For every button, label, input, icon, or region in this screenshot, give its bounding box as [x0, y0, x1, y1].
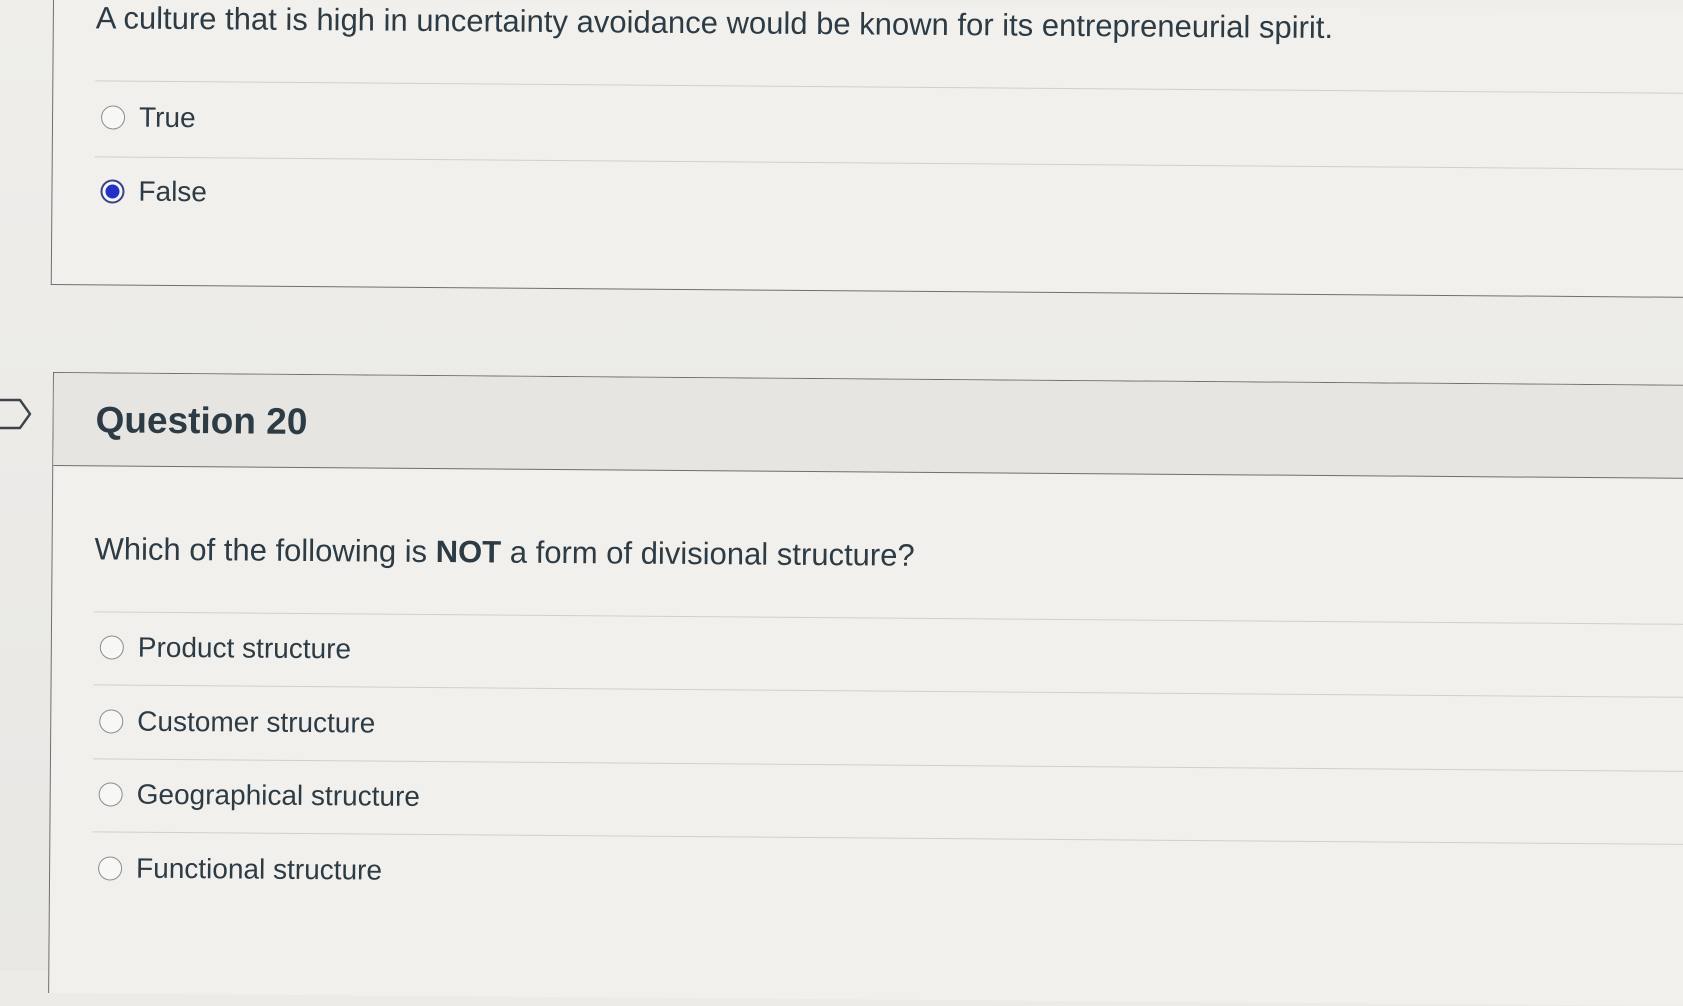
answer-option-false[interactable]: False — [100, 171, 207, 212]
answer-label: Geographical structure — [136, 778, 421, 812]
answer-option-true[interactable]: True — [100, 97, 196, 138]
divider — [95, 80, 1683, 94]
question-text: A culture that is high in uncertainty av… — [95, 0, 1334, 46]
radio-button-icon[interactable] — [99, 709, 124, 734]
answer-label: True — [138, 101, 196, 134]
answer-label: Functional structure — [135, 852, 383, 886]
divider — [93, 684, 1683, 698]
answer-label: Customer structure — [137, 705, 376, 739]
question-text-after: a form of divisional structure? — [501, 534, 915, 573]
question-header: Question 20 — [53, 373, 1683, 479]
previous-question-card: A culture that is high in uncertainty av… — [50, 0, 1683, 298]
radio-button-icon[interactable] — [100, 105, 126, 130]
answer-label: False — [138, 175, 208, 208]
answer-option-functional[interactable]: Functional structure — [98, 848, 382, 890]
question-title: Question 20 — [95, 399, 308, 442]
divider — [92, 831, 1683, 845]
quiz-page: A culture that is high in uncertainty av… — [0, 0, 1683, 1006]
divider — [94, 611, 1683, 625]
question-text-before: Which of the following is — [94, 531, 436, 570]
radio-button-icon[interactable] — [98, 782, 123, 807]
question-text: Which of the following is NOT a form of … — [94, 531, 914, 573]
answer-option-geographical[interactable]: Geographical structure — [98, 774, 421, 817]
divider — [94, 156, 1683, 170]
bookmark-flag-icon[interactable] — [0, 396, 34, 432]
question-text-emphasis: NOT — [435, 534, 502, 570]
answer-option-customer[interactable]: Customer structure — [99, 701, 375, 743]
question-20-card: Question 20 Which of the following is NO… — [48, 372, 1683, 1006]
radio-button-icon[interactable] — [98, 856, 123, 881]
answer-label: Product structure — [137, 631, 352, 665]
divider — [92, 758, 1683, 772]
radio-button-icon[interactable] — [99, 635, 124, 660]
answer-option-product[interactable]: Product structure — [99, 627, 352, 669]
radio-button-selected-icon[interactable] — [100, 179, 125, 204]
